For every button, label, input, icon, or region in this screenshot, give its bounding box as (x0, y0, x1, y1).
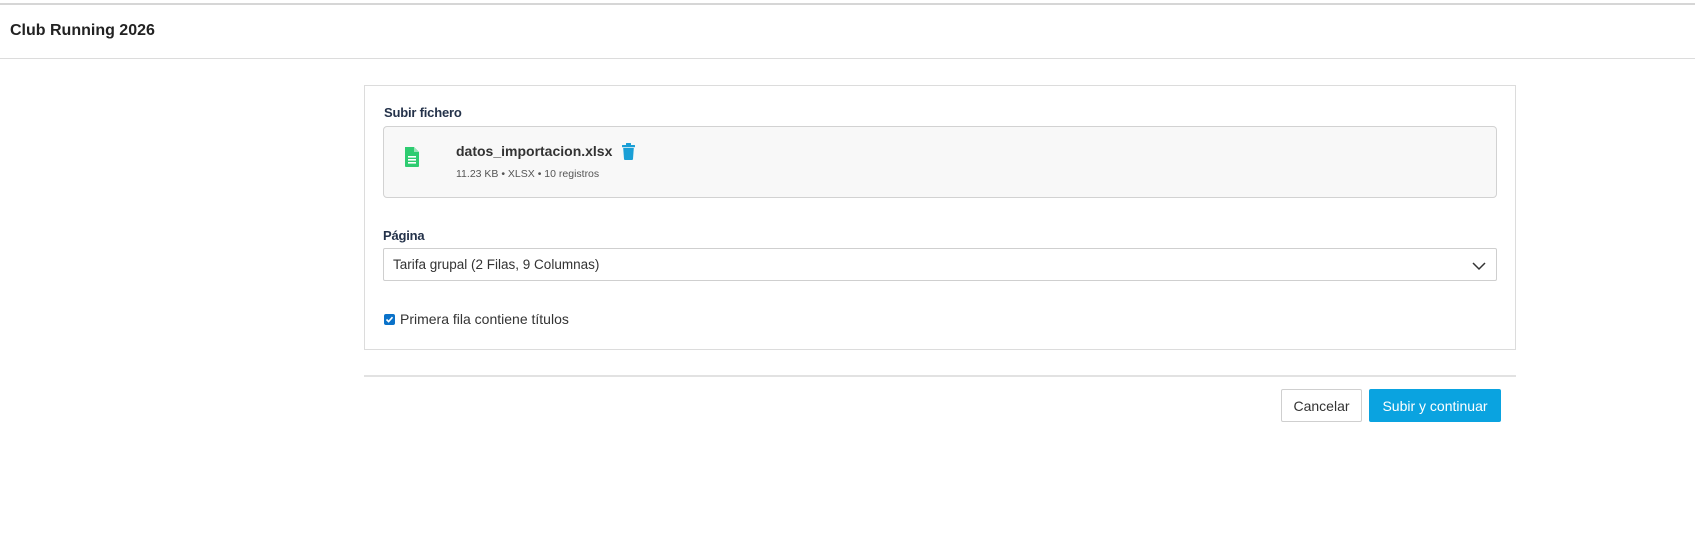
first-row-titles-label[interactable]: Primera fila contiene títulos (400, 311, 569, 327)
uploaded-file-card: datos_importacion.xlsx 11.23 KB • XLSX •… (383, 126, 1497, 198)
page-header: Club Running 2026 (0, 5, 1695, 59)
first-row-titles-checkbox[interactable] (384, 313, 395, 325)
file-name: datos_importacion.xlsx (456, 143, 613, 159)
page-select[interactable]: Tarifa grupal (2 Filas, 9 Columnas) (383, 248, 1497, 281)
page-title: Club Running 2026 (10, 21, 155, 39)
chevron-down-icon (1472, 259, 1486, 271)
upload-label: Subir fichero (384, 105, 462, 120)
first-row-titles-option: Primera fila contiene títulos (384, 311, 569, 327)
checkmark-icon (385, 316, 394, 323)
page-select-value: Tarifa grupal (2 Filas, 9 Columnas) (393, 257, 600, 272)
cancel-button[interactable]: Cancelar (1281, 389, 1362, 422)
footer-divider (364, 375, 1516, 377)
file-meta: 11.23 KB • XLSX • 10 registros (456, 168, 600, 180)
page-select-label: Página (383, 228, 425, 243)
trash-icon[interactable] (622, 143, 635, 160)
submit-continue-button[interactable]: Subir y continuar (1369, 389, 1501, 422)
file-spreadsheet-icon (404, 147, 420, 167)
upload-panel: Subir fichero datos_importacion.xlsx 11.… (364, 85, 1516, 350)
